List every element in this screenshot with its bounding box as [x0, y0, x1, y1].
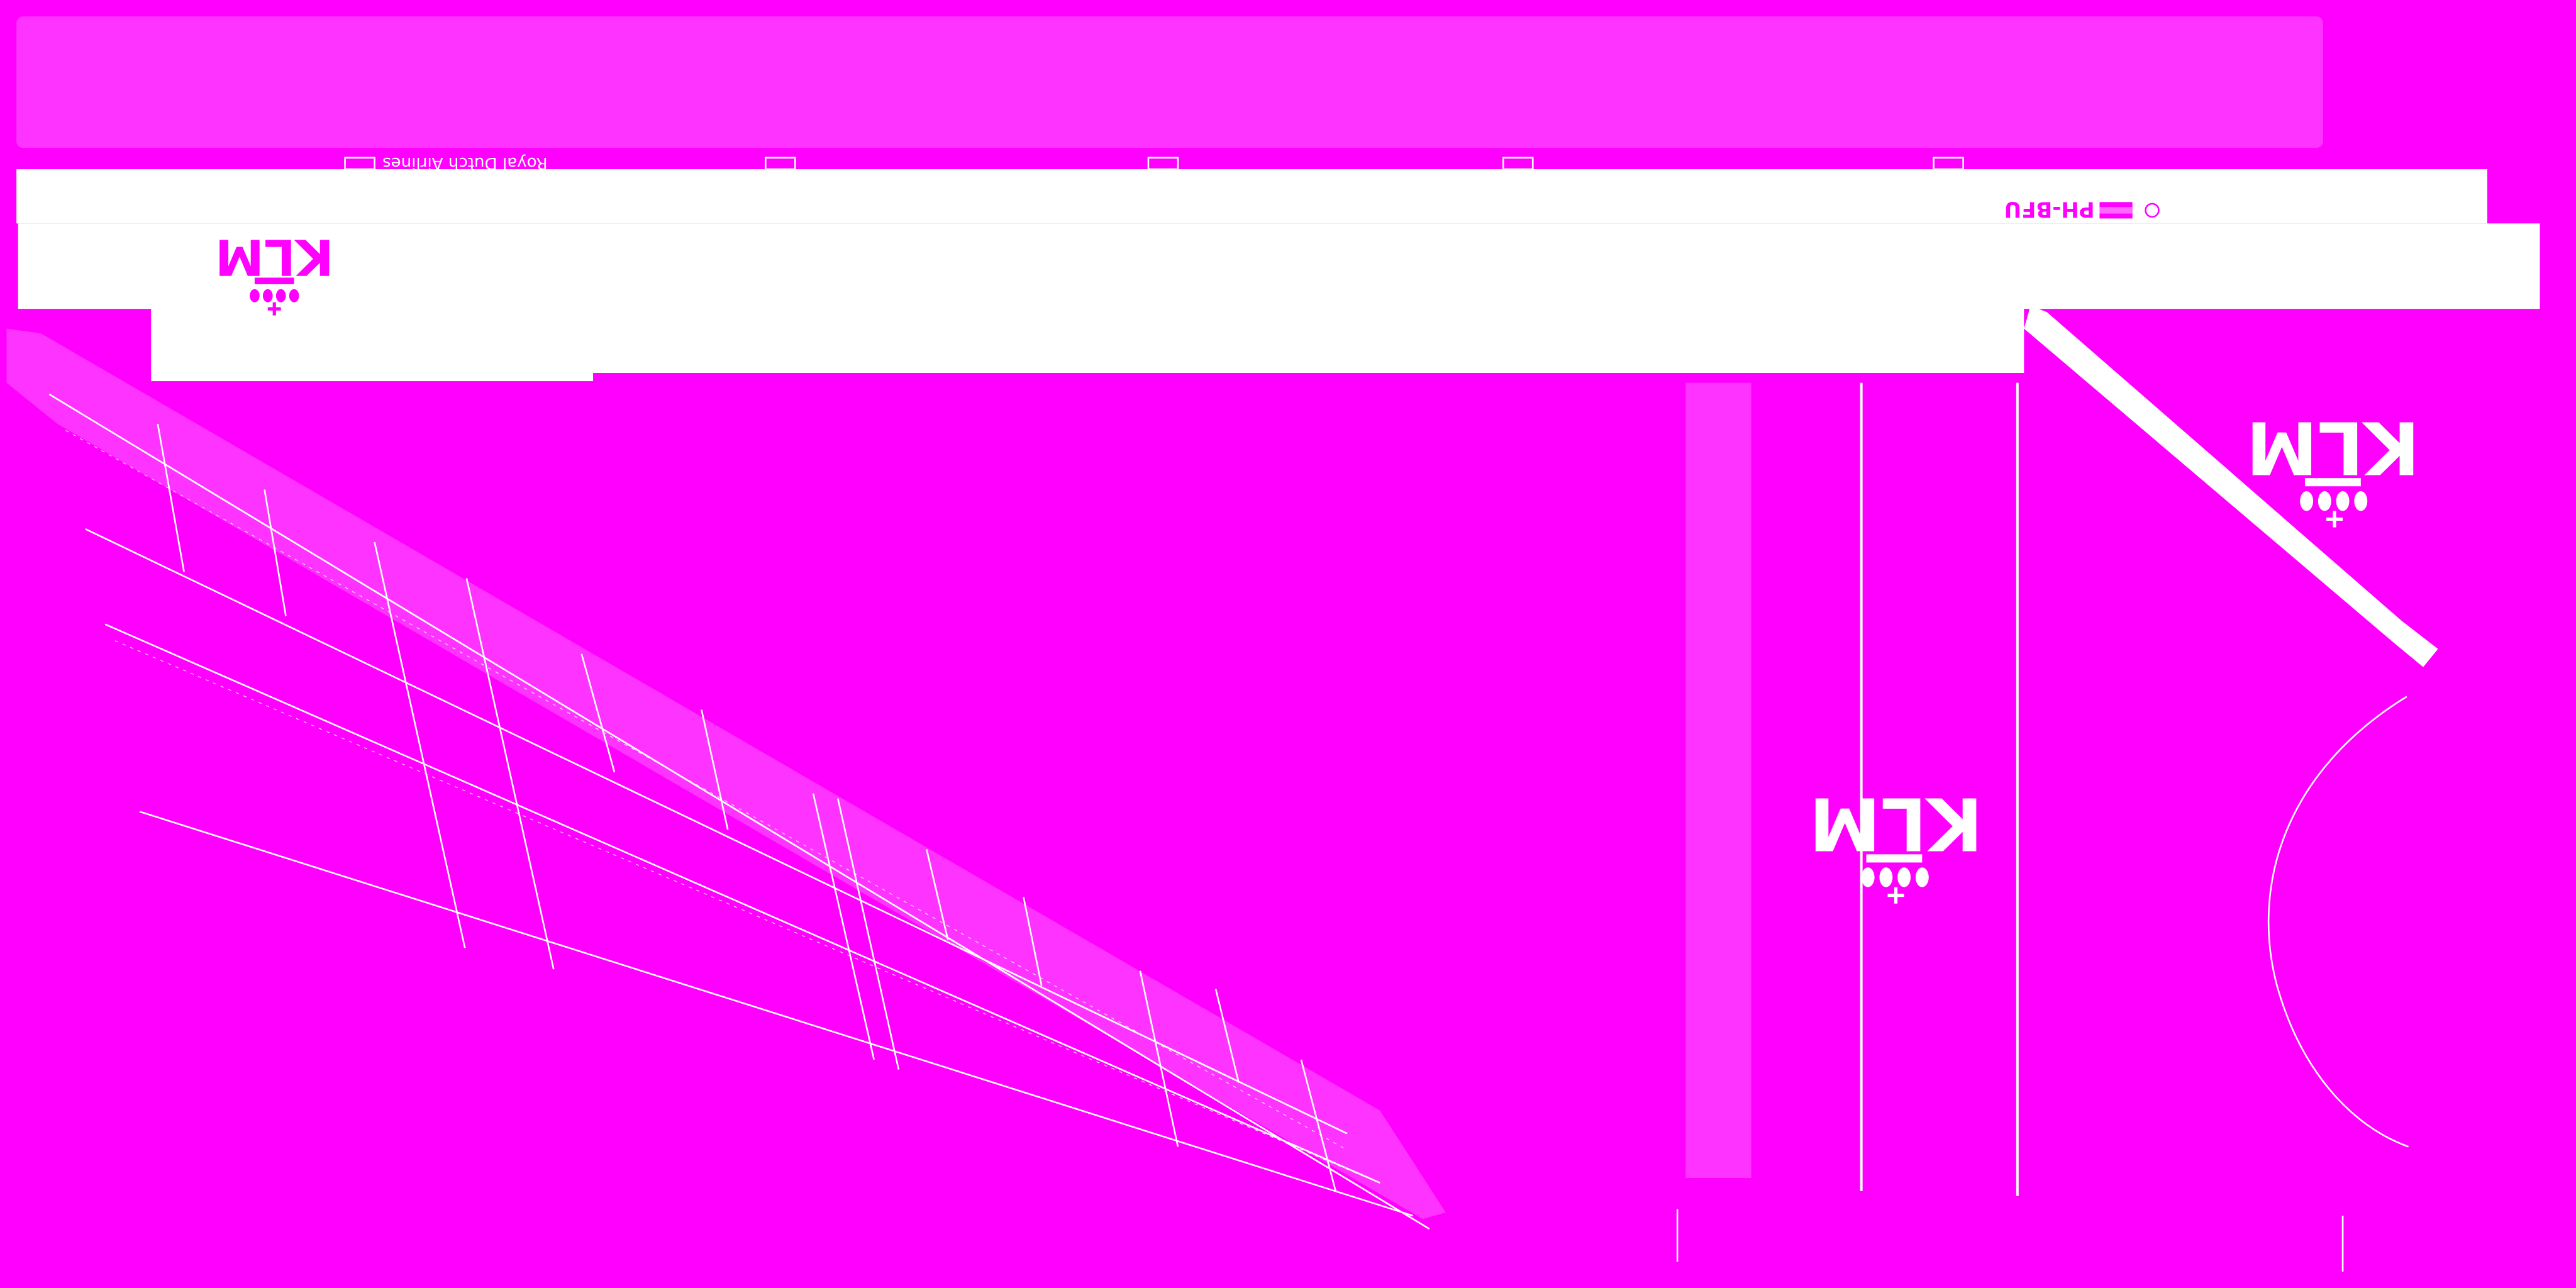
- klm-wordmark: KLM: [1809, 781, 1983, 865]
- registration-text: PH-BFU: [2004, 196, 2095, 221]
- aircraft-livery-texture: Royal Dutch Airlines PH-BFU KLM KLM KLM: [0, 0, 2576, 1288]
- klm-wordmark: KLM: [2246, 404, 2420, 489]
- klm-wordmark: KLM: [215, 228, 334, 285]
- flag-stripe: [2099, 207, 2133, 214]
- brand-text: Royal Dutch Airlines: [382, 153, 548, 172]
- top-panel: [16, 16, 2323, 148]
